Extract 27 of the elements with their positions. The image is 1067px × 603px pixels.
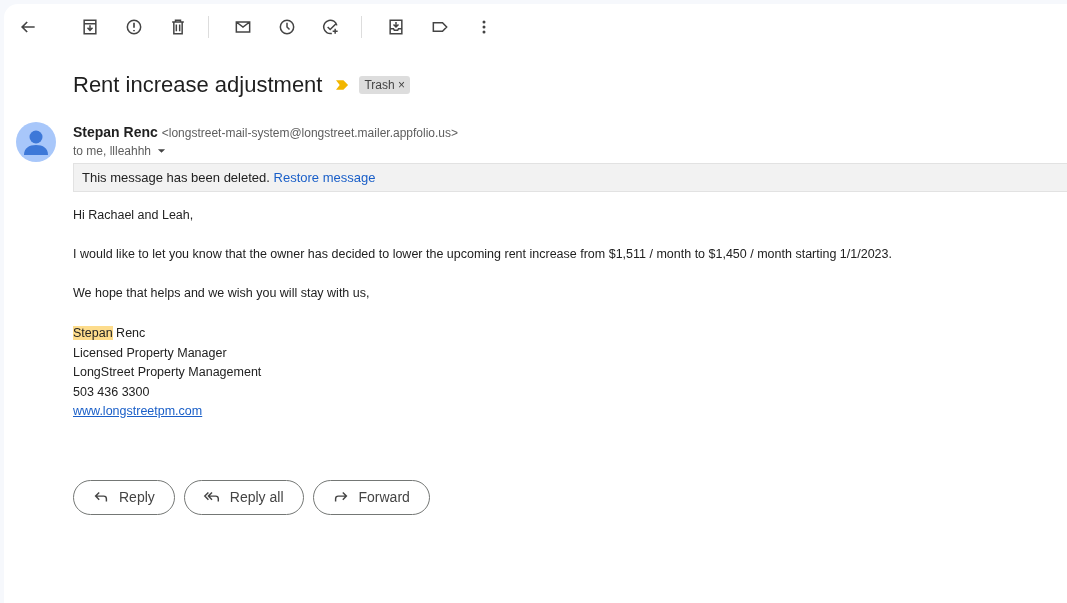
sender-email: <longstreet-mail-system@longstreet.mailer.appfolio.us>	[161, 126, 459, 140]
deleted-notice-text: This message has been deleted.	[82, 170, 270, 185]
remove-label-button[interactable]: ×	[398, 78, 406, 92]
recipients: to me, llleahhh	[73, 144, 152, 158]
body-paragraph: Hi Rachael and Leah,	[73, 208, 195, 222]
clock-icon[interactable]	[277, 17, 297, 37]
reply-button[interactable]: Reply	[73, 479, 175, 515]
forward-button[interactable]: Forward	[312, 479, 430, 515]
sender-name: Stepan Renc	[73, 124, 158, 140]
signature-line: Licensed Property Manager	[73, 344, 228, 362]
report-spam-icon[interactable]	[124, 17, 144, 37]
signature-name: Stepan Renc	[73, 325, 147, 342]
body-paragraph: We hope that helps and we wish you will stay with us,	[73, 286, 371, 300]
add-task-icon[interactable]	[321, 17, 341, 37]
website-link[interactable]: www.longstreetpm.com	[73, 404, 203, 418]
signature-line: 503 436 3300	[73, 383, 151, 401]
reply-all-button[interactable]: Reply all	[183, 479, 304, 515]
label-chip: Trash ×	[359, 76, 411, 94]
move-to-inbox-icon[interactable]	[386, 17, 406, 37]
email-subject: Rent increase adjustment	[73, 72, 323, 98]
signature-line: LongStreet Property Management	[73, 364, 263, 381]
avatar-icon	[16, 122, 56, 162]
archive-icon[interactable]	[80, 17, 100, 37]
dropdown-caret-icon[interactable]	[157, 148, 167, 154]
restore-message-link[interactable]: Restore message	[273, 170, 376, 185]
importance-marker-icon[interactable]	[336, 80, 350, 90]
body-paragraph: I would like to let you know that the owner has decided to lower the upcoming rent increase from $1,511 / month to $1,450 / month starting 1/1/2023.	[73, 247, 893, 261]
